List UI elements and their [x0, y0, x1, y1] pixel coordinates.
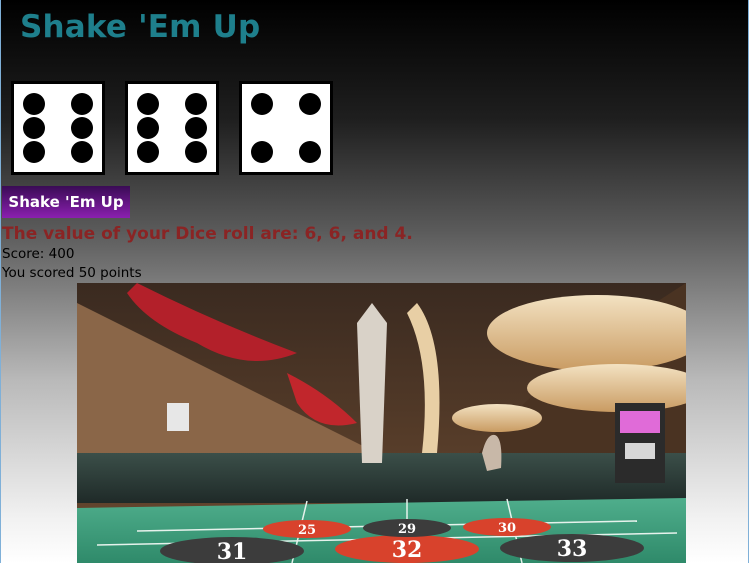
die-pip [23, 117, 45, 139]
casino-image: 31 32 33 25 29 30 [77, 283, 686, 563]
shake-button[interactable]: Shake 'Em Up [2, 186, 130, 218]
app-title: Shake 'Em Up [20, 9, 261, 45]
slot-machine-reels [625, 443, 655, 459]
die-pip [71, 141, 93, 163]
roulette-number: 32 [392, 537, 423, 563]
die-3 [239, 81, 333, 175]
die-pip [185, 117, 207, 139]
roulette-number: 30 [498, 521, 516, 536]
roulette-number: 25 [298, 523, 316, 538]
die-pip [23, 93, 45, 115]
die-pip [23, 141, 45, 163]
die-pip [137, 117, 159, 139]
die-1 [11, 81, 105, 175]
die-pip [71, 117, 93, 139]
die-pip [299, 141, 321, 163]
roulette-number: 33 [557, 536, 588, 562]
points-scored-text: You scored 50 points [2, 265, 142, 281]
die-pip [251, 141, 273, 163]
crystal-pillar [357, 303, 387, 463]
die-pip [137, 141, 159, 163]
score-text: Score: 400 [2, 246, 75, 262]
gold-chandelier-small [452, 404, 542, 432]
slot-machine-screen [620, 411, 660, 433]
die-pip [299, 93, 321, 115]
dice-result-text: The value of your Dice roll are: 6, 6, a… [2, 224, 413, 244]
die-pip [251, 93, 273, 115]
die-pip [185, 93, 207, 115]
die-pip [185, 141, 207, 163]
die-pip [137, 93, 159, 115]
roulette-number: 31 [217, 539, 248, 563]
roulette-number: 29 [398, 522, 416, 537]
wall-sign [167, 403, 189, 431]
die-2 [125, 81, 219, 175]
die-pip [71, 93, 93, 115]
